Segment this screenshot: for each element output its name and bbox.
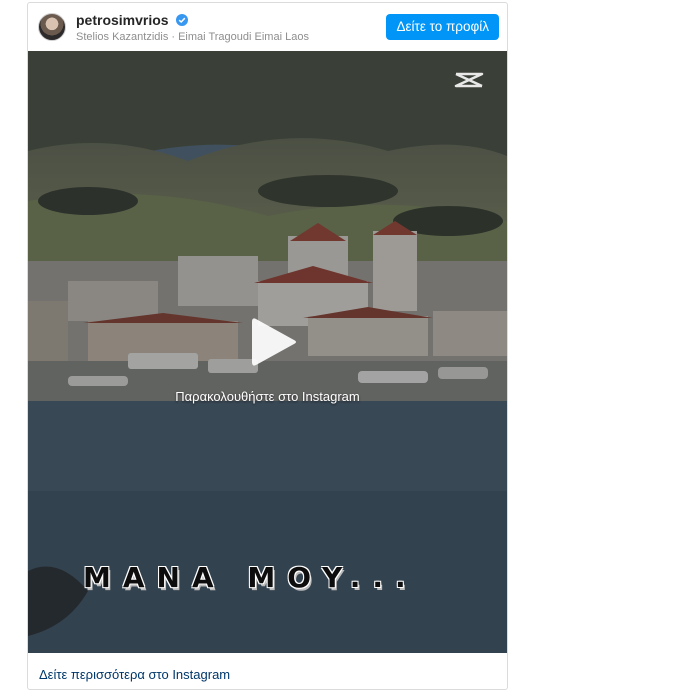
verified-badge-icon: [176, 14, 189, 26]
audio-subtitle[interactable]: Stelios Kazantzidis · Eimai Tragoudi Eim…: [76, 31, 309, 43]
watch-on-instagram-label[interactable]: Παρακολουθήστε στο Instagram: [28, 389, 507, 404]
view-profile-button[interactable]: Δείτε το προφίλ: [386, 14, 499, 40]
embed-header: petrosimvrios Stelios Kazantzidis · Eima…: [28, 3, 507, 51]
video-preview[interactable]: Παρακολουθήστε στο Instagram MANA MOY...: [28, 51, 507, 653]
view-more-link[interactable]: Δείτε περισσότερα στο Instagram: [39, 667, 230, 682]
play-icon[interactable]: [242, 313, 300, 371]
embed-footer: Δείτε περισσότερα στο Instagram: [28, 653, 507, 691]
username[interactable]: petrosimvrios: [76, 12, 189, 28]
video-caption-text: MANA MOY...: [83, 561, 418, 594]
capcut-logo-icon: [454, 72, 484, 88]
avatar[interactable]: [38, 13, 66, 41]
username-text[interactable]: petrosimvrios: [76, 12, 169, 28]
instagram-embed: petrosimvrios Stelios Kazantzidis · Eima…: [27, 2, 508, 690]
